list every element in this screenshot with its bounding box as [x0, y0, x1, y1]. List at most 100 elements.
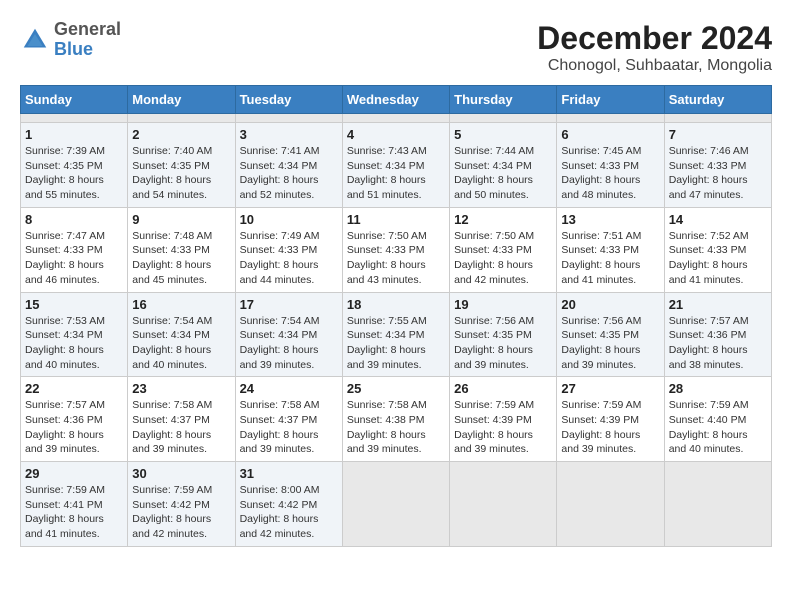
day-info: Sunrise: 7:59 AMSunset: 4:40 PMDaylight:…	[669, 398, 767, 457]
day-number: 13	[561, 212, 659, 227]
day-number: 28	[669, 381, 767, 396]
logo: General Blue	[20, 20, 121, 60]
logo-text: General Blue	[54, 20, 121, 60]
day-of-week-thursday: Thursday	[450, 86, 557, 114]
calendar-cell: 12Sunrise: 7:50 AMSunset: 4:33 PMDayligh…	[450, 207, 557, 292]
calendar-week-1: 1 Sunrise: 7:39 AMSunset: 4:35 PMDaylight…	[21, 123, 772, 208]
day-number: 31	[240, 466, 338, 481]
calendar-cell: 27 Sunrise: 7:59 AMSunset: 4:39 PMDayligh…	[557, 377, 664, 462]
day-info: Sunrise: 7:43 AMSunset: 4:34 PMDaylight:…	[347, 144, 445, 203]
day-number: 22	[25, 381, 123, 396]
day-number: 7	[669, 127, 767, 142]
day-info: Sunrise: 7:50 AMSunset: 4:33 PMDaylight:…	[347, 229, 445, 288]
day-number: 15	[25, 297, 123, 312]
day-info: Sunrise: 7:47 AMSunset: 4:33 PMDaylight:…	[25, 229, 123, 288]
calendar-cell	[235, 114, 342, 123]
day-info: Sunrise: 8:00 AMSunset: 4:42 PMDaylight:…	[240, 483, 338, 542]
day-info: Sunrise: 7:48 AMSunset: 4:33 PMDaylight:…	[132, 229, 230, 288]
day-info: Sunrise: 7:49 AMSunset: 4:33 PMDaylight:…	[240, 229, 338, 288]
calendar-title: December 2024	[537, 20, 772, 57]
day-info: Sunrise: 7:40 AMSunset: 4:35 PMDaylight:…	[132, 144, 230, 203]
page-header: General Blue December 2024 Chonogol, Suh…	[20, 20, 772, 75]
day-info: Sunrise: 7:59 AMSunset: 4:39 PMDaylight:…	[454, 398, 552, 457]
day-info: Sunrise: 7:58 AMSunset: 4:37 PMDaylight:…	[240, 398, 338, 457]
day-number: 20	[561, 297, 659, 312]
day-info: Sunrise: 7:54 AMSunset: 4:34 PMDaylight:…	[240, 314, 338, 373]
calendar-subtitle: Chonogol, Suhbaatar, Mongolia	[537, 57, 772, 75]
calendar-cell: 1 Sunrise: 7:39 AMSunset: 4:35 PMDaylight…	[21, 123, 128, 208]
calendar-cell: 3Sunrise: 7:41 AMSunset: 4:34 PMDaylight…	[235, 123, 342, 208]
calendar-week-2: 8 Sunrise: 7:47 AMSunset: 4:33 PMDaylight…	[21, 207, 772, 292]
day-info: Sunrise: 7:53 AMSunset: 4:34 PMDaylight:…	[25, 314, 123, 373]
day-info: Sunrise: 7:46 AMSunset: 4:33 PMDaylight:…	[669, 144, 767, 203]
day-info: Sunrise: 7:58 AMSunset: 4:37 PMDaylight:…	[132, 398, 230, 457]
day-number: 2	[132, 127, 230, 142]
calendar-cell: 4 Sunrise: 7:43 AMSunset: 4:34 PMDaylight…	[342, 123, 449, 208]
calendar-cell	[664, 114, 771, 123]
calendar-week-3: 15 Sunrise: 7:53 AMSunset: 4:34 PMDayligh…	[21, 292, 772, 377]
title-block: December 2024 Chonogol, Suhbaatar, Mongo…	[537, 20, 772, 75]
calendar-week-5: 29 Sunrise: 7:59 AMSunset: 4:41 PMDayligh…	[21, 462, 772, 547]
day-number: 10	[240, 212, 338, 227]
day-number: 26	[454, 381, 552, 396]
calendar-week-0	[21, 114, 772, 123]
day-info: Sunrise: 7:39 AMSunset: 4:35 PMDaylight:…	[25, 144, 123, 203]
days-of-week-row: SundayMondayTuesdayWednesdayThursdayFrid…	[21, 86, 772, 114]
day-info: Sunrise: 7:59 AMSunset: 4:41 PMDaylight:…	[25, 483, 123, 542]
day-of-week-monday: Monday	[128, 86, 235, 114]
calendar-cell: 21Sunrise: 7:57 AMSunset: 4:36 PMDayligh…	[664, 292, 771, 377]
day-info: Sunrise: 7:52 AMSunset: 4:33 PMDaylight:…	[669, 229, 767, 288]
day-number: 27	[561, 381, 659, 396]
calendar-cell: 17 Sunrise: 7:54 AMSunset: 4:34 PMDayligh…	[235, 292, 342, 377]
calendar-cell	[342, 462, 449, 547]
calendar-cell: 10 Sunrise: 7:49 AMSunset: 4:33 PMDayligh…	[235, 207, 342, 292]
calendar-week-4: 22 Sunrise: 7:57 AMSunset: 4:36 PMDayligh…	[21, 377, 772, 462]
calendar-cell: 22 Sunrise: 7:57 AMSunset: 4:36 PMDayligh…	[21, 377, 128, 462]
day-info: Sunrise: 7:45 AMSunset: 4:33 PMDaylight:…	[561, 144, 659, 203]
calendar-table: SundayMondayTuesdayWednesdayThursdayFrid…	[20, 85, 772, 547]
calendar-cell: 19Sunrise: 7:56 AMSunset: 4:35 PMDayligh…	[450, 292, 557, 377]
day-info: Sunrise: 7:56 AMSunset: 4:35 PMDaylight:…	[454, 314, 552, 373]
calendar-cell	[342, 114, 449, 123]
calendar-cell: 31 Sunrise: 8:00 AMSunset: 4:42 PMDayligh…	[235, 462, 342, 547]
day-of-week-tuesday: Tuesday	[235, 86, 342, 114]
day-info: Sunrise: 7:55 AMSunset: 4:34 PMDaylight:…	[347, 314, 445, 373]
day-info: Sunrise: 7:44 AMSunset: 4:34 PMDaylight:…	[454, 144, 552, 203]
calendar-cell: 8 Sunrise: 7:47 AMSunset: 4:33 PMDaylight…	[21, 207, 128, 292]
calendar-cell: 23Sunrise: 7:58 AMSunset: 4:37 PMDayligh…	[128, 377, 235, 462]
calendar-cell: 16Sunrise: 7:54 AMSunset: 4:34 PMDayligh…	[128, 292, 235, 377]
day-of-week-friday: Friday	[557, 86, 664, 114]
calendar-cell: 13Sunrise: 7:51 AMSunset: 4:33 PMDayligh…	[557, 207, 664, 292]
day-info: Sunrise: 7:57 AMSunset: 4:36 PMDaylight:…	[25, 398, 123, 457]
calendar-cell	[450, 114, 557, 123]
day-number: 1	[25, 127, 123, 142]
day-info: Sunrise: 7:56 AMSunset: 4:35 PMDaylight:…	[561, 314, 659, 373]
day-info: Sunrise: 7:59 AMSunset: 4:42 PMDaylight:…	[132, 483, 230, 542]
calendar-cell	[557, 114, 664, 123]
day-number: 11	[347, 212, 445, 227]
day-number: 17	[240, 297, 338, 312]
day-number: 29	[25, 466, 123, 481]
day-number: 30	[132, 466, 230, 481]
calendar-cell: 25Sunrise: 7:58 AMSunset: 4:38 PMDayligh…	[342, 377, 449, 462]
calendar-cell: 15 Sunrise: 7:53 AMSunset: 4:34 PMDayligh…	[21, 292, 128, 377]
day-number: 14	[669, 212, 767, 227]
calendar-cell	[21, 114, 128, 123]
day-info: Sunrise: 7:54 AMSunset: 4:34 PMDaylight:…	[132, 314, 230, 373]
calendar-cell: 11 Sunrise: 7:50 AMSunset: 4:33 PMDayligh…	[342, 207, 449, 292]
calendar-cell: 2 Sunrise: 7:40 AMSunset: 4:35 PMDaylight…	[128, 123, 235, 208]
day-number: 18	[347, 297, 445, 312]
calendar-cell: 7 Sunrise: 7:46 AMSunset: 4:33 PMDaylight…	[664, 123, 771, 208]
calendar-cell: 20 Sunrise: 7:56 AMSunset: 4:35 PMDayligh…	[557, 292, 664, 377]
day-number: 4	[347, 127, 445, 142]
day-of-week-wednesday: Wednesday	[342, 86, 449, 114]
calendar-cell: 30 Sunrise: 7:59 AMSunset: 4:42 PMDayligh…	[128, 462, 235, 547]
calendar-cell	[664, 462, 771, 547]
day-of-week-sunday: Sunday	[21, 86, 128, 114]
logo-line1: General	[54, 20, 121, 40]
calendar-cell: 24 Sunrise: 7:58 AMSunset: 4:37 PMDayligh…	[235, 377, 342, 462]
day-of-week-saturday: Saturday	[664, 86, 771, 114]
day-number: 8	[25, 212, 123, 227]
day-number: 24	[240, 381, 338, 396]
day-info: Sunrise: 7:59 AMSunset: 4:39 PMDaylight:…	[561, 398, 659, 457]
